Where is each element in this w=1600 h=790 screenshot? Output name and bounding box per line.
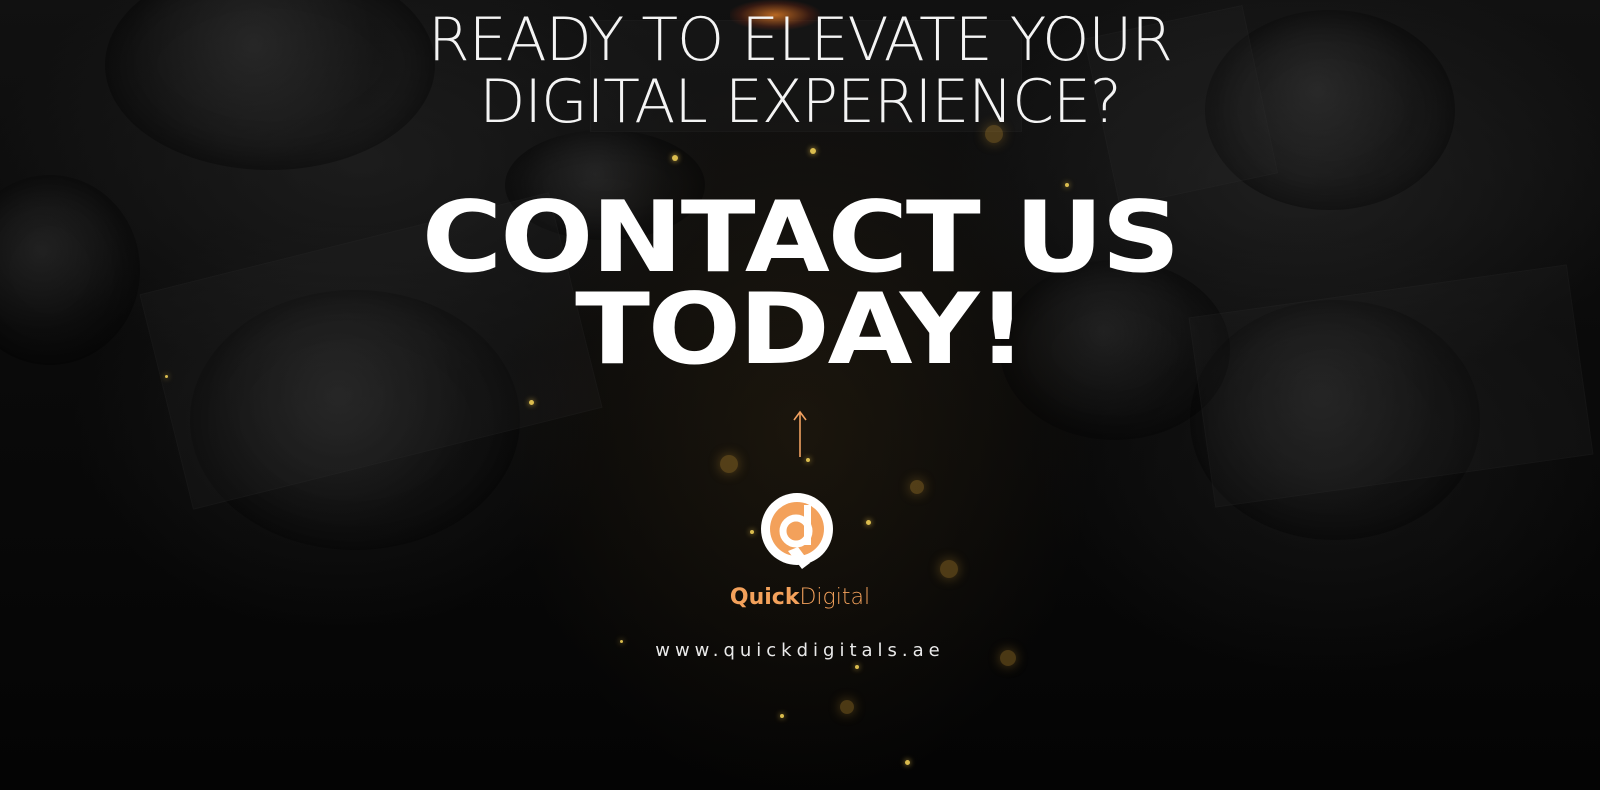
website-url[interactable]: www.quickdigitals.ae [0,640,1600,662]
arrow-up-icon [793,410,807,457]
brand-name-light: Digital [799,585,871,610]
cta-heading: CONTACT US TODAY! [0,181,1600,387]
headline: READY TO ELEVATE YOUR DIGITAL EXPERIENCE… [0,9,1600,133]
quickdigital-logo-icon [761,493,833,569]
headline-line-1: READY TO ELEVATE YOUR [428,5,1173,75]
promo-page: READY TO ELEVATE YOUR DIGITAL EXPERIENCE… [0,0,1600,790]
brand-name-bold: Quick [729,585,800,610]
cta-line-1: CONTACT US [421,181,1181,295]
cta-line-2: TODAY! [575,273,1027,387]
brand-name: QuickDigital [0,584,1600,612]
headline-line-2: DIGITAL EXPERIENCE? [479,67,1122,137]
